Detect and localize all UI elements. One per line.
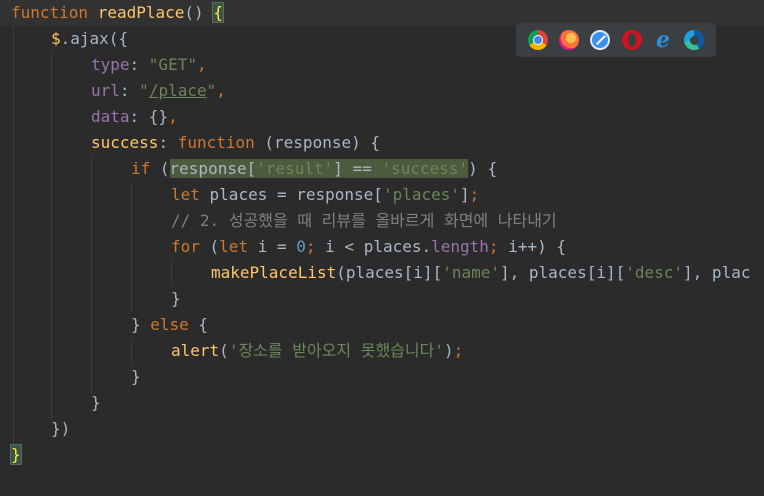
- code-text: (: [150, 159, 170, 178]
- code-line-5[interactable]: data: {},: [91, 104, 178, 130]
- code-text: .ajax({: [60, 29, 129, 48]
- string-quote: ": [139, 81, 149, 100]
- indent-guide: [131, 338, 132, 364]
- indent-guide: [131, 182, 132, 312]
- code-text: ], plac: [683, 263, 751, 282]
- code-text: i < places.: [315, 237, 432, 256]
- code-line-6[interactable]: success: function (response) {: [91, 130, 380, 156]
- code-line-14[interactable]: alert('장소를 받아오지 못했습니다');: [171, 338, 463, 364]
- code-text: {: [188, 315, 209, 334]
- keyword: if: [131, 159, 151, 178]
- property-key: data: [91, 107, 130, 126]
- semicolon: ;: [488, 237, 499, 256]
- indent-guide: [51, 52, 52, 420]
- string-literal: 'places': [382, 185, 460, 204]
- code-line-7[interactable]: if (response['result'] == 'success') {: [131, 156, 497, 182]
- code-line-18[interactable]: }: [10, 442, 22, 468]
- code-text: ] ==: [333, 159, 382, 178]
- string-literal: 'name': [442, 263, 500, 282]
- code-line-1[interactable]: function readPlace() {: [11, 0, 224, 26]
- matched-brace: {: [212, 2, 224, 23]
- indent-guide: [13, 26, 14, 446]
- code-text: ]: [460, 185, 470, 204]
- code-text: }: [91, 393, 101, 412]
- keyword: let: [171, 185, 200, 204]
- keyword: let: [219, 237, 249, 256]
- firefox-icon[interactable]: [558, 30, 579, 50]
- code-text: :: [158, 133, 178, 152]
- code-text: (response) {: [254, 133, 380, 152]
- code-line-10[interactable]: for (let i = 0; i < places.length; i++) …: [171, 234, 566, 260]
- code-text: }: [131, 315, 151, 334]
- url-link[interactable]: /place: [149, 81, 207, 100]
- code-text: }): [51, 419, 71, 438]
- code-text: }: [131, 367, 141, 386]
- indent-guide: [171, 260, 172, 286]
- code-text: i++) {: [498, 237, 566, 256]
- property-key: type: [91, 55, 130, 74]
- selection-highlight: response['result'] == 'success': [169, 159, 469, 178]
- code-line-16[interactable]: }: [91, 390, 101, 416]
- code-text: response[: [169, 159, 257, 178]
- function-call: makePlaceList: [211, 263, 337, 282]
- string-literal: '장소를 받아오지 못했습니다': [228, 341, 444, 360]
- code-text: (: [219, 341, 229, 360]
- semicolon: ;: [305, 237, 316, 256]
- keyword: for: [171, 237, 200, 256]
- code-text: :: [119, 81, 140, 100]
- keyword: function: [177, 133, 255, 152]
- code-line-9[interactable]: // 2. 성공했을 때 리뷰를 올바르게 화면에 나타내기: [171, 208, 557, 234]
- property-access: length: [431, 237, 489, 256]
- code-text: ): [443, 341, 454, 360]
- opera-icon[interactable]: [621, 30, 642, 50]
- jquery-dollar: $: [51, 29, 61, 48]
- comma: ,: [216, 81, 226, 100]
- comma: ,: [196, 55, 207, 74]
- function-call: alert: [171, 341, 220, 360]
- code-text: }: [171, 289, 181, 308]
- keyword: else: [150, 315, 189, 334]
- string-quote: ": [206, 81, 217, 100]
- code-line-12[interactable]: }: [171, 286, 181, 312]
- code-text: ) {: [468, 159, 498, 178]
- code-line-13[interactable]: } else {: [131, 312, 208, 338]
- string-literal: 'success': [381, 159, 469, 178]
- code-text: :: [129, 55, 149, 74]
- function-name: readPlace: [97, 3, 185, 22]
- code-line-8[interactable]: let places = response['places'];: [171, 182, 479, 208]
- code-line-17[interactable]: }): [51, 416, 70, 442]
- browser-preview-bar: e: [516, 23, 716, 57]
- keyword: function: [11, 3, 89, 22]
- string-literal: "GET": [148, 55, 197, 74]
- number-literal: 0: [296, 237, 306, 256]
- edge-icon[interactable]: [684, 30, 705, 50]
- property-key: url: [91, 81, 120, 100]
- code-line-15[interactable]: }: [131, 364, 141, 390]
- code-text: i =: [248, 237, 297, 256]
- safari-icon[interactable]: [590, 30, 611, 50]
- code-line-11[interactable]: makePlaceList(places[i]['name'], places[…: [211, 260, 750, 286]
- property-key: success: [91, 133, 159, 152]
- code-text: : {}: [129, 107, 169, 126]
- semicolon: ;: [453, 341, 464, 360]
- code-line-3[interactable]: type: "GET",: [91, 52, 207, 78]
- code-text: places = response[: [199, 185, 383, 204]
- ie-icon[interactable]: e: [653, 29, 673, 51]
- semicolon: ;: [469, 185, 480, 204]
- code-text: (places[i][: [336, 263, 443, 282]
- comment: // 2. 성공했을 때 리뷰를 올바르게 화면에 나타내기: [171, 211, 557, 230]
- matched-brace: }: [10, 444, 22, 465]
- chrome-icon[interactable]: [527, 30, 548, 50]
- comma: ,: [168, 107, 178, 126]
- code-text: (): [184, 3, 214, 22]
- indent-guide: [91, 156, 92, 394]
- code-line-4[interactable]: url: "/place",: [91, 78, 226, 104]
- code-text: (: [199, 237, 220, 256]
- string-literal: 'desc': [625, 263, 684, 282]
- string-literal: 'result': [256, 159, 334, 178]
- code-text: ], places[i][: [500, 263, 626, 282]
- code-line-2[interactable]: $.ajax({: [51, 26, 128, 52]
